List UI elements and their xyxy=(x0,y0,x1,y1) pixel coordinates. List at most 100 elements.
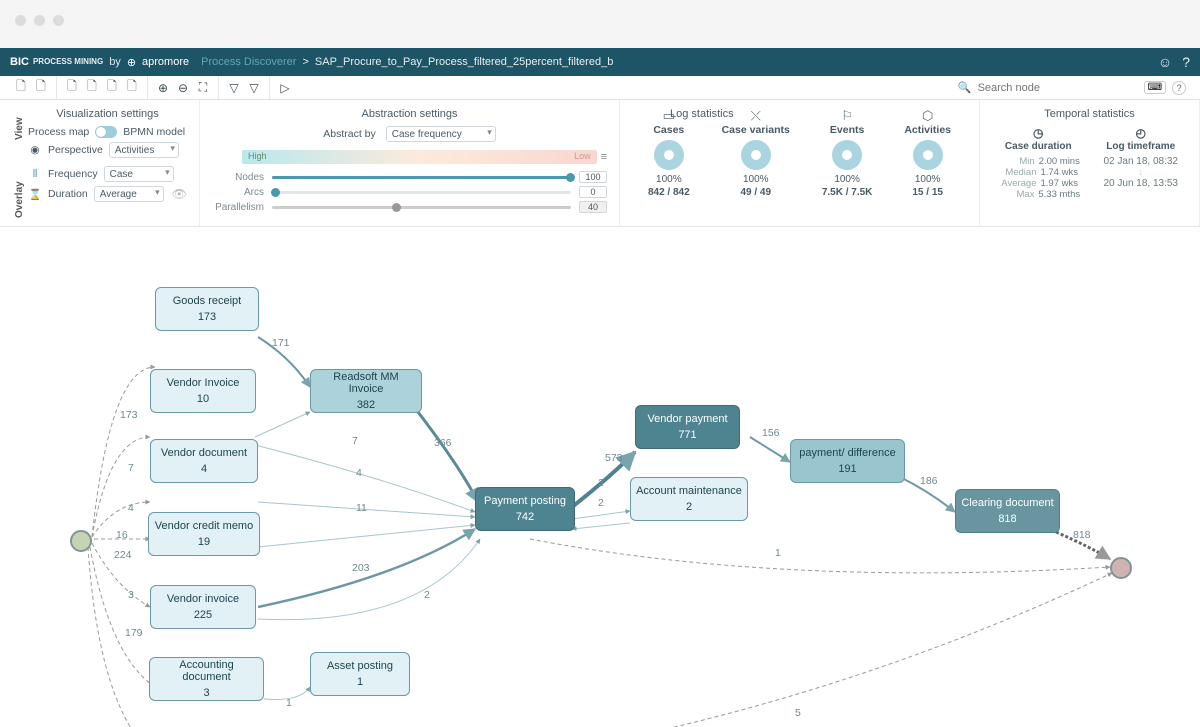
breadcrumb-sep: > xyxy=(302,56,308,68)
frequency-select[interactable]: Case xyxy=(104,166,174,182)
node-vendor-payment[interactable]: Vendor payment771 xyxy=(635,405,740,449)
copy-icon[interactable]: 🗋 xyxy=(123,79,141,97)
perspective-icon: ◉ xyxy=(28,144,42,156)
sliders-icon[interactable]: ≡ xyxy=(601,151,607,163)
edge-label: 7 xyxy=(352,435,358,447)
case-duration-label: Case duration xyxy=(1005,141,1072,152)
nodes-label: Nodes xyxy=(212,172,264,183)
clock-icon: ◷ xyxy=(1033,126,1043,140)
play-icon[interactable]: ▷ xyxy=(276,79,294,97)
calendar-icon: ◴ xyxy=(1136,126,1146,140)
node-vendor-credit[interactable]: Vendor credit memo19 xyxy=(148,512,260,556)
print-icon[interactable]: 🗋 xyxy=(103,79,121,97)
arcs-value[interactable]: 0 xyxy=(579,186,607,198)
perspective-select[interactable]: Activities xyxy=(109,142,179,158)
help-icon[interactable]: ? xyxy=(1182,54,1190,70)
activities-icon: ⬡ xyxy=(922,108,933,122)
save-icon[interactable]: 🗋 xyxy=(12,79,30,97)
brand: BIC PROCESS MINING xyxy=(10,56,103,68)
process-map-label: Process map xyxy=(28,126,89,138)
arrow-down-icon: ↓ xyxy=(1095,167,1188,178)
brand-vendor: apromore xyxy=(142,56,189,68)
window-dot xyxy=(15,15,26,26)
stat-events[interactable]: ⚐ Events 100% 7.5K / 7.5K xyxy=(822,108,873,216)
duration-icon: ⌛ xyxy=(28,188,42,201)
edge-label: 224 xyxy=(114,549,132,561)
edge-label: 366 xyxy=(434,437,452,449)
node-accounting-doc[interactable]: Accounting document3 xyxy=(149,657,264,701)
topbar: BIC PROCESS MINING by ⊕ apromore Process… xyxy=(0,48,1200,76)
node-vendor-invoice-cap[interactable]: Vendor Invoice10 xyxy=(150,369,256,413)
process-canvas[interactable]: Goods receipt173 Vendor Invoice10 Readso… xyxy=(0,227,1200,727)
vendor-logo-icon: ⊕ xyxy=(127,56,136,69)
timeframe-start: 02 Jan 18, 08:32 xyxy=(1095,156,1188,167)
user-icon[interactable]: ☺ xyxy=(1158,54,1172,70)
edge-label: 173 xyxy=(120,409,138,421)
zoom-in-icon[interactable]: ⊕ xyxy=(154,79,172,97)
settings-panels: Visualization settings Process map BPMN … xyxy=(0,100,1200,227)
edge-label: 4 xyxy=(356,467,362,479)
start-node[interactable] xyxy=(70,530,92,552)
edge-label: 16 xyxy=(116,529,128,541)
temp-title: Temporal statistics xyxy=(992,108,1187,120)
keyboard-icon[interactable]: ⌨ xyxy=(1144,81,1166,94)
nodes-value[interactable]: 100 xyxy=(579,171,607,183)
fit-screen-icon[interactable]: ⛶ xyxy=(194,79,212,97)
node-vendor-document[interactable]: Vendor document4 xyxy=(150,439,258,483)
help-small-icon[interactable]: ? xyxy=(1172,81,1186,95)
frequency-label: Frequency xyxy=(48,168,98,180)
breadcrumb-file[interactable]: SAP_Procure_to_Pay_Process_filtered_25pe… xyxy=(315,56,613,68)
abstraction-panel: Abstraction settings Abstract by Case fr… xyxy=(200,100,620,226)
gradient-bar: HighLow xyxy=(242,150,597,164)
edge-label: 573 xyxy=(605,452,623,464)
perspective-label: Perspective xyxy=(48,144,103,156)
log-stats-panel: Log statistics ▭ Cases 100% 842 / 842 ⤬ … xyxy=(620,100,980,226)
node-goods-receipt[interactable]: Goods receipt173 xyxy=(155,287,259,331)
edge-label: 7 xyxy=(128,462,134,474)
filter-clear-icon[interactable]: ▽ xyxy=(245,79,263,97)
arcs-slider[interactable] xyxy=(272,191,571,194)
node-clearing-doc[interactable]: Clearing document818 xyxy=(955,489,1060,533)
node-payment-diff[interactable]: payment/ difference191 xyxy=(790,439,905,483)
node-asset-posting[interactable]: Asset posting1 xyxy=(310,652,410,696)
brand-name: BIC xyxy=(10,56,29,68)
edge-label: 156 xyxy=(762,427,780,439)
parallel-value[interactable]: 40 xyxy=(579,201,607,213)
duration-select[interactable]: Average xyxy=(94,186,164,202)
stat-cases[interactable]: ▭ Cases 100% 842 / 842 xyxy=(648,108,690,216)
nodes-slider[interactable] xyxy=(272,176,571,179)
edge-label: 2 xyxy=(598,497,604,509)
node-payment-posting[interactable]: Payment posting742 xyxy=(475,487,575,531)
breadcrumb-app[interactable]: Process Discoverer xyxy=(201,56,296,68)
download-icon[interactable]: 🗋 xyxy=(83,79,101,97)
edge-label: 1 xyxy=(775,547,781,559)
window-dot xyxy=(53,15,64,26)
stat-variants[interactable]: ⤬ Case variants 100% 49 / 49 xyxy=(722,108,790,216)
donut-icon xyxy=(832,140,862,170)
eye-off-icon[interactable]: 👁 xyxy=(172,187,187,201)
stat-activities[interactable]: ⬡ Activities 100% 15 / 15 xyxy=(904,108,951,216)
node-readsoft-mm[interactable]: Readsoft MM Invoice382 xyxy=(310,369,422,413)
events-icon: ⚐ xyxy=(841,108,853,122)
filter-icon[interactable]: ▽ xyxy=(225,79,243,97)
toolbar: 🗋 🗋 🗋 🗋 🗋 🗋 ⊕ ⊖ ⛶ ▽ ▽ ▷ 🔍 ⌨ ? xyxy=(0,76,1200,100)
donut-icon xyxy=(913,140,943,170)
save-as-icon[interactable]: 🗋 xyxy=(32,79,50,97)
node-vendor-invoice[interactable]: Vendor invoice225 xyxy=(150,585,256,629)
brand-by: by xyxy=(109,56,121,68)
edge-label: 179 xyxy=(125,627,143,639)
abstract-by-select[interactable]: Case frequency xyxy=(386,126,496,142)
export-icon[interactable]: 🗋 xyxy=(63,79,81,97)
node-account-maint[interactable]: Account maintenance2 xyxy=(630,477,748,521)
parallel-label: Parallelism xyxy=(212,202,264,213)
parallel-slider[interactable] xyxy=(272,206,571,209)
model-toggle[interactable] xyxy=(95,126,117,138)
view-vlabel: View xyxy=(14,117,25,140)
edge-label: 5 xyxy=(795,707,801,719)
abstract-by-label: Abstract by xyxy=(323,128,376,140)
edge-label: 2 xyxy=(598,477,604,489)
search-input[interactable] xyxy=(978,82,1138,94)
brand-sub: PROCESS MINING xyxy=(33,58,103,66)
zoom-out-icon[interactable]: ⊖ xyxy=(174,79,192,97)
end-node[interactable] xyxy=(1110,557,1132,579)
